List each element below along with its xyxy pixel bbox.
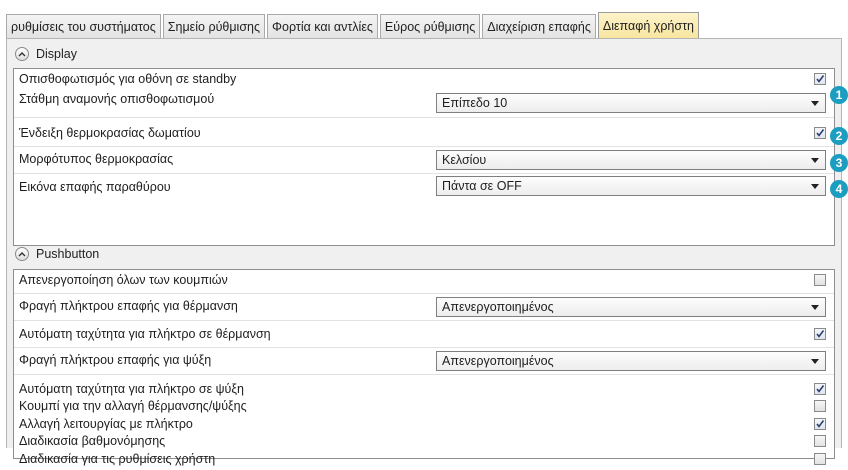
window-icon-value: Πάντα σε OFF: [442, 179, 522, 193]
callout-marker-1: 1: [830, 86, 848, 104]
tab-loads-pumps[interactable]: Φορτία και αντλίες: [267, 14, 378, 38]
calibration-checkbox[interactable]: [814, 435, 826, 447]
mode-change-label: Αλλαγή λειτουργίας με πλήκτρο: [19, 417, 193, 431]
lock-cooling-dropdown[interactable]: Απενεργοποιημένος: [436, 351, 826, 371]
heat-cool-switch-checkbox[interactable]: [814, 400, 826, 412]
tab-panel: Display Οπισθοφωτισμός για οθόνη σε stan…: [6, 38, 842, 466]
disable-all-checkbox[interactable]: [814, 274, 826, 286]
backlight-level-row: Στάθμη αναμονής οπισθοφωτισμού Επίπεδο 1…: [14, 90, 834, 113]
backlight-standby-row: Οπισθοφωτισμός για οθόνη σε standby: [14, 70, 834, 90]
mode-change-checkbox[interactable]: [814, 418, 826, 430]
display-group: Οπισθοφωτισμός για οθόνη σε standby Στάθ…: [13, 68, 835, 246]
display-section-title: Display: [36, 47, 77, 61]
collapse-up-icon[interactable]: [15, 47, 29, 61]
lock-cooling-label: Φραγή πλήκτρου επαφής για ψύξη: [19, 353, 212, 367]
backlight-standby-checkbox[interactable]: [814, 73, 826, 85]
collapse-up-icon[interactable]: [15, 247, 29, 261]
lock-cooling-value: Απενεργοποιημένος: [442, 354, 554, 368]
lock-cooling-row: Φραγή πλήκτρου επαφής για ψύξη Απενεργοπ…: [14, 351, 834, 371]
tab-system-settings[interactable]: ρυθμίσεις του συστήματος: [6, 14, 161, 38]
callout-marker-3: 3: [830, 154, 848, 172]
display-section-header[interactable]: Display: [15, 44, 77, 64]
temp-format-dropdown[interactable]: Κελσίου: [436, 150, 826, 170]
backlight-level-value: Επίπεδο 10: [442, 96, 508, 110]
auto-speed-heating-label: Αυτόματη ταχύτητα για πλήκτρο σε θέρμανσ…: [19, 327, 271, 341]
backlight-level-label: Στάθμη αναμονής οπισθοφωτισμού: [19, 92, 215, 106]
pushbutton-group: Απενεργοποίηση όλων των κουμπιών Φραγή π…: [13, 269, 835, 466]
tab-user-interface[interactable]: Διεπαφή χρήστη: [597, 12, 699, 39]
lock-heating-value: Απενεργοποιημένος: [442, 300, 554, 314]
temp-format-value: Κελσίου: [442, 153, 487, 167]
tab-regulation-range[interactable]: Εύρος ρύθμισης: [379, 14, 481, 38]
chevron-down-icon: [811, 184, 819, 189]
chevron-down-icon: [811, 305, 819, 310]
separator: [14, 293, 834, 294]
heat-cool-switch-row: Κουμπί για την αλλαγή θέρμανσης/ψύξης: [14, 397, 834, 417]
room-temp-row: Ένδειξη θερμοκρασίας δωματίου: [14, 124, 834, 144]
chevron-down-icon: [811, 359, 819, 364]
user-settings-checkbox[interactable]: [814, 453, 826, 465]
separator: [14, 117, 834, 118]
backlight-standby-label: Οπισθοφωτισμός για οθόνη σε standby: [19, 72, 237, 86]
calibration-row: Διαδικασία βαθμονόμησης: [14, 432, 834, 452]
lock-heating-dropdown[interactable]: Απενεργοποιημένος: [436, 297, 826, 317]
separator: [14, 173, 834, 174]
heat-cool-switch-label: Κουμπί για την αλλαγή θέρμανσης/ψύξης: [19, 399, 247, 413]
window-icon-row: Εικόνα επαφής παραθύρου Πάντα σε OFF: [14, 176, 834, 198]
chevron-down-icon: [811, 158, 819, 163]
separator: [14, 320, 834, 321]
separator: [14, 146, 834, 147]
disable-all-label: Απενεργοποίηση όλων των κουμπιών: [19, 273, 228, 287]
callout-marker-2: 2: [830, 127, 848, 145]
callout-marker-4: 4: [830, 180, 848, 198]
window-icon-label: Εικόνα επαφής παραθύρου: [19, 180, 171, 194]
auto-speed-cooling-label: Αυτόματη ταχύτητα για πλήκτρο σε ψύξη: [19, 382, 244, 396]
pushbutton-section-header[interactable]: Pushbutton: [15, 244, 99, 264]
backlight-level-dropdown[interactable]: Επίπεδο 10: [436, 93, 826, 113]
tab-setpoint[interactable]: Σημείο ρύθμισης: [162, 14, 266, 38]
user-settings-label: Διαδικασία για τις ρυθμίσεις χρήστη: [19, 452, 216, 466]
room-temp-label: Ένδειξη θερμοκρασίας δωματίου: [19, 126, 201, 140]
temp-format-label: Μορφότυπος θερμοκρασίας: [19, 152, 174, 166]
auto-speed-heating-row: Αυτόματη ταχύτητα για πλήκτρο σε θέρμανσ…: [14, 325, 834, 345]
lock-heating-label: Φραγή πλήκτρου επαφής για θέρμανση: [19, 299, 238, 313]
auto-speed-cooling-checkbox[interactable]: [814, 383, 826, 395]
window-icon-dropdown[interactable]: Πάντα σε OFF: [436, 176, 826, 196]
room-temp-checkbox[interactable]: [814, 127, 826, 139]
user-settings-row: Διαδικασία για τις ρυθμίσεις χρήστη: [14, 450, 834, 470]
disable-all-row: Απενεργοποίηση όλων των κουμπιών: [14, 271, 834, 291]
calibration-label: Διαδικασία βαθμονόμησης: [19, 434, 166, 448]
chevron-down-icon: [811, 101, 819, 106]
tab-bar: ρυθμίσεις του συστήματος Σημείο ρύθμισης…: [6, 8, 701, 39]
lock-heating-row: Φραγή πλήκτρου επαφής για θέρμανση Απενε…: [14, 297, 834, 317]
separator: [14, 347, 834, 348]
temp-format-row: Μορφότυπος θερμοκρασίας Κελσίου: [14, 150, 834, 170]
separator: [14, 374, 834, 375]
tab-contact-management[interactable]: Διαχείριση επαφής: [482, 14, 596, 38]
auto-speed-heating-checkbox[interactable]: [814, 328, 826, 340]
pushbutton-section-title: Pushbutton: [36, 247, 100, 261]
settings-window: ρυθμίσεις του συστήματος Σημείο ρύθμισης…: [0, 0, 848, 466]
